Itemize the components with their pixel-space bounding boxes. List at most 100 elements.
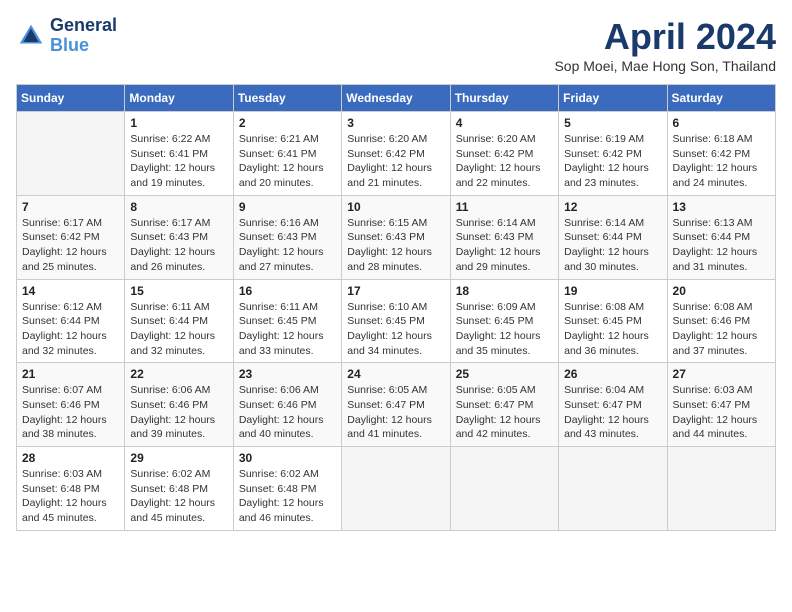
weekday-header: Friday <box>559 85 667 112</box>
weekday-header: Saturday <box>667 85 775 112</box>
calendar-cell: 17Sunrise: 6:10 AM Sunset: 6:45 PM Dayli… <box>342 279 450 363</box>
calendar-cell: 11 Sunrise: 6:14 AM Sunset: 6:43 PM Dayli… <box>450 195 558 279</box>
calendar-cell: 2 Sunrise: 6:21 AM Sunset: 6:41 PM Daylig… <box>233 112 341 196</box>
day-number: 19 <box>564 284 661 298</box>
day-number: 27 <box>673 367 770 381</box>
calendar-cell: 26 Sunrise: 6:04 AM Sunset: 6:47 PM Dayli… <box>559 363 667 447</box>
day-info: Sunrise: 6:08 AM Sunset: 6:46 PM Dayligh… <box>673 300 770 359</box>
weekday-row: SundayMondayTuesdayWednesdayThursdayFrid… <box>17 85 776 112</box>
day-number: 10 <box>347 200 444 214</box>
day-number: 1 <box>130 116 227 130</box>
calendar-header: SundayMondayTuesdayWednesdayThursdayFrid… <box>17 85 776 112</box>
calendar-cell: 28 Sunrise: 6:03 AM Sunset: 6:48 PM Dayli… <box>17 447 125 531</box>
day-info: Sunrise: 6:05 AM Sunset: 6:47 PM Dayligh… <box>456 383 553 442</box>
page-header: General Blue April 2024 Sop Moei, Mae Ho… <box>16 16 776 74</box>
day-info: Sunrise: 6:11 AM Sunset: 6:44 PM Dayligh… <box>130 300 227 359</box>
day-info: Sunrise: 6:14 AM Sunset: 6:44 PM Dayligh… <box>564 216 661 275</box>
day-number: 25 <box>456 367 553 381</box>
day-info: Sunrise: 6:15 AM Sunset: 6:43 PM Dayligh… <box>347 216 444 275</box>
calendar-cell <box>450 447 558 531</box>
day-number: 26 <box>564 367 661 381</box>
day-info: Sunrise: 6:05 AM Sunset: 6:47 PM Dayligh… <box>347 383 444 442</box>
day-number: 20 <box>673 284 770 298</box>
calendar-cell <box>342 447 450 531</box>
calendar-cell: 4Sunrise: 6:20 AM Sunset: 6:42 PM Daylig… <box>450 112 558 196</box>
day-info: Sunrise: 6:21 AM Sunset: 6:41 PM Dayligh… <box>239 132 336 191</box>
day-number: 16 <box>239 284 336 298</box>
day-info: Sunrise: 6:12 AM Sunset: 6:44 PM Dayligh… <box>22 300 119 359</box>
day-number: 8 <box>130 200 227 214</box>
day-info: Sunrise: 6:06 AM Sunset: 6:46 PM Dayligh… <box>239 383 336 442</box>
calendar-week-row: 21 Sunrise: 6:07 AM Sunset: 6:46 PM Dayli… <box>17 363 776 447</box>
day-number: 18 <box>456 284 553 298</box>
calendar-cell: 20 Sunrise: 6:08 AM Sunset: 6:46 PM Dayli… <box>667 279 775 363</box>
day-number: 13 <box>673 200 770 214</box>
calendar-cell: 27 Sunrise: 6:03 AM Sunset: 6:47 PM Dayli… <box>667 363 775 447</box>
day-info: Sunrise: 6:18 AM Sunset: 6:42 PM Dayligh… <box>673 132 770 191</box>
calendar-body: 1 Sunrise: 6:22 AM Sunset: 6:41 PM Daylig… <box>17 112 776 531</box>
calendar-week-row: 28 Sunrise: 6:03 AM Sunset: 6:48 PM Dayli… <box>17 447 776 531</box>
logo-line1: General <box>50 16 117 36</box>
day-info: Sunrise: 6:02 AM Sunset: 6:48 PM Dayligh… <box>239 467 336 526</box>
weekday-header: Sunday <box>17 85 125 112</box>
day-info: Sunrise: 6:22 AM Sunset: 6:41 PM Dayligh… <box>130 132 227 191</box>
calendar-cell: 1 Sunrise: 6:22 AM Sunset: 6:41 PM Daylig… <box>125 112 233 196</box>
logo: General Blue <box>16 16 117 56</box>
calendar-cell: 5 Sunrise: 6:19 AM Sunset: 6:42 PM Daylig… <box>559 112 667 196</box>
day-number: 4 <box>456 116 553 130</box>
calendar-cell: 22Sunrise: 6:06 AM Sunset: 6:46 PM Dayli… <box>125 363 233 447</box>
day-number: 14 <box>22 284 119 298</box>
calendar-table: SundayMondayTuesdayWednesdayThursdayFrid… <box>16 84 776 531</box>
calendar-cell: 12Sunrise: 6:14 AM Sunset: 6:44 PM Dayli… <box>559 195 667 279</box>
day-number: 15 <box>130 284 227 298</box>
day-info: Sunrise: 6:13 AM Sunset: 6:44 PM Dayligh… <box>673 216 770 275</box>
day-number: 29 <box>130 451 227 465</box>
day-info: Sunrise: 6:11 AM Sunset: 6:45 PM Dayligh… <box>239 300 336 359</box>
calendar-cell: 9 Sunrise: 6:16 AM Sunset: 6:43 PM Daylig… <box>233 195 341 279</box>
calendar-cell: 16 Sunrise: 6:11 AM Sunset: 6:45 PM Dayli… <box>233 279 341 363</box>
calendar-cell: 8 Sunrise: 6:17 AM Sunset: 6:43 PM Daylig… <box>125 195 233 279</box>
day-number: 24 <box>347 367 444 381</box>
day-number: 30 <box>239 451 336 465</box>
title-block: April 2024 Sop Moei, Mae Hong Son, Thail… <box>554 16 776 74</box>
day-info: Sunrise: 6:04 AM Sunset: 6:47 PM Dayligh… <box>564 383 661 442</box>
day-info: Sunrise: 6:14 AM Sunset: 6:43 PM Dayligh… <box>456 216 553 275</box>
day-info: Sunrise: 6:19 AM Sunset: 6:42 PM Dayligh… <box>564 132 661 191</box>
location-subtitle: Sop Moei, Mae Hong Son, Thailand <box>554 58 776 74</box>
day-info: Sunrise: 6:08 AM Sunset: 6:45 PM Dayligh… <box>564 300 661 359</box>
calendar-cell: 13 Sunrise: 6:13 AM Sunset: 6:44 PM Dayli… <box>667 195 775 279</box>
day-number: 22 <box>130 367 227 381</box>
calendar-cell: 6 Sunrise: 6:18 AM Sunset: 6:42 PM Daylig… <box>667 112 775 196</box>
day-info: Sunrise: 6:17 AM Sunset: 6:43 PM Dayligh… <box>130 216 227 275</box>
day-number: 6 <box>673 116 770 130</box>
weekday-header: Wednesday <box>342 85 450 112</box>
month-title: April 2024 <box>554 16 776 58</box>
day-info: Sunrise: 6:03 AM Sunset: 6:48 PM Dayligh… <box>22 467 119 526</box>
day-number: 21 <box>22 367 119 381</box>
calendar-cell: 14 Sunrise: 6:12 AM Sunset: 6:44 PM Dayli… <box>17 279 125 363</box>
day-number: 3 <box>347 116 444 130</box>
day-info: Sunrise: 6:16 AM Sunset: 6:43 PM Dayligh… <box>239 216 336 275</box>
day-number: 2 <box>239 116 336 130</box>
weekday-header: Monday <box>125 85 233 112</box>
day-info: Sunrise: 6:07 AM Sunset: 6:46 PM Dayligh… <box>22 383 119 442</box>
day-number: 9 <box>239 200 336 214</box>
day-info: Sunrise: 6:03 AM Sunset: 6:47 PM Dayligh… <box>673 383 770 442</box>
day-number: 5 <box>564 116 661 130</box>
calendar-cell: 10 Sunrise: 6:15 AM Sunset: 6:43 PM Dayli… <box>342 195 450 279</box>
calendar-week-row: 7Sunrise: 6:17 AM Sunset: 6:42 PM Daylig… <box>17 195 776 279</box>
logo-line2: Blue <box>50 36 117 56</box>
day-number: 28 <box>22 451 119 465</box>
day-info: Sunrise: 6:17 AM Sunset: 6:42 PM Dayligh… <box>22 216 119 275</box>
logo-icon <box>16 21 46 51</box>
calendar-cell: 29Sunrise: 6:02 AM Sunset: 6:48 PM Dayli… <box>125 447 233 531</box>
calendar-cell: 21 Sunrise: 6:07 AM Sunset: 6:46 PM Dayli… <box>17 363 125 447</box>
calendar-cell <box>17 112 125 196</box>
logo-text: General Blue <box>50 16 117 56</box>
day-number: 11 <box>456 200 553 214</box>
calendar-cell: 7Sunrise: 6:17 AM Sunset: 6:42 PM Daylig… <box>17 195 125 279</box>
calendar-cell: 24 Sunrise: 6:05 AM Sunset: 6:47 PM Dayli… <box>342 363 450 447</box>
day-info: Sunrise: 6:09 AM Sunset: 6:45 PM Dayligh… <box>456 300 553 359</box>
calendar-cell: 19 Sunrise: 6:08 AM Sunset: 6:45 PM Dayli… <box>559 279 667 363</box>
calendar-cell: 25 Sunrise: 6:05 AM Sunset: 6:47 PM Dayli… <box>450 363 558 447</box>
